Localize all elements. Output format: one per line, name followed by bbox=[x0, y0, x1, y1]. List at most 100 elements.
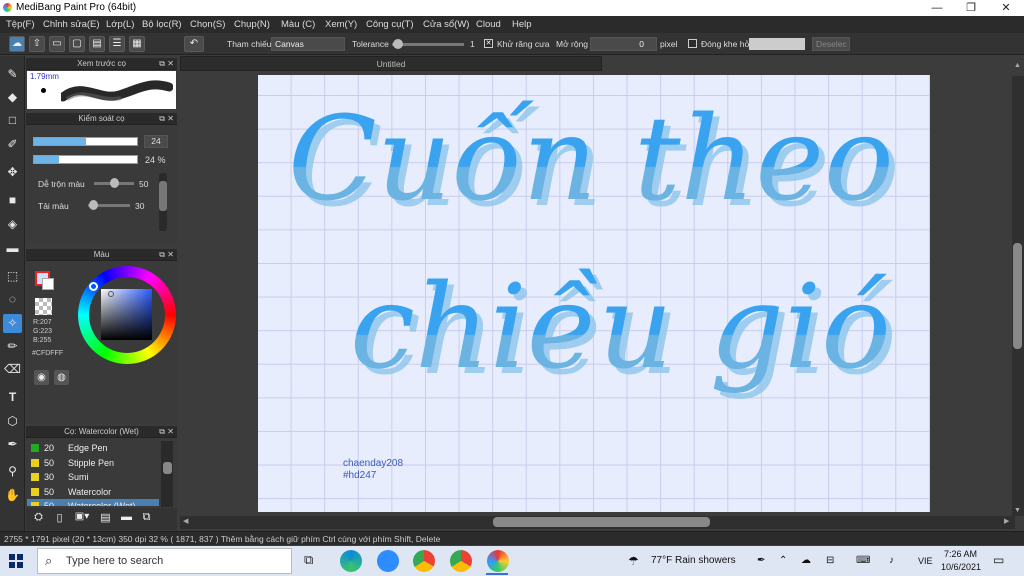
brush-list-item[interactable]: 30 Sumi bbox=[27, 470, 159, 484]
copy-brush-icon[interactable]: ⧉ bbox=[139, 511, 154, 526]
language-indicator[interactable]: VIE bbox=[918, 556, 933, 566]
cloud-icon[interactable]: ☁ bbox=[9, 36, 25, 52]
clock-date[interactable]: 10/6/2021 bbox=[941, 562, 981, 572]
scroll-up-icon[interactable]: ▲ bbox=[1014, 62, 1021, 69]
maximize-button[interactable]: ❐ bbox=[954, 0, 988, 16]
menu-window[interactable]: Cửa sổ(W) bbox=[423, 19, 469, 30]
brush-control-scroll-thumb[interactable] bbox=[159, 181, 167, 211]
fill-rect-tool-icon[interactable]: ■ bbox=[3, 191, 22, 210]
new-brush-icon[interactable]: ▯ bbox=[52, 511, 67, 526]
brush-list-item[interactable]: 50 Stipple Pen bbox=[27, 456, 159, 470]
task-view-icon[interactable]: ⧉ bbox=[304, 552, 313, 568]
panel-detach-icon[interactable]: ⧉ bbox=[159, 426, 165, 438]
menu-edit[interactable]: Chỉnh sửa(E) bbox=[43, 19, 100, 30]
zoom-app-icon[interactable] bbox=[377, 550, 399, 572]
panel-detach-icon[interactable]: ⧉ bbox=[159, 249, 165, 261]
chrome-icon[interactable] bbox=[413, 550, 435, 572]
panel-close-icon[interactable]: ✕ bbox=[167, 426, 174, 438]
hue-handle[interactable] bbox=[89, 282, 98, 291]
blur-tool-icon[interactable]: ✒ bbox=[3, 435, 22, 454]
text-tool-icon[interactable]: T bbox=[3, 388, 22, 407]
panel-close-icon[interactable]: ✕ bbox=[167, 249, 174, 261]
menu-select[interactable]: Chọn(S) bbox=[190, 19, 225, 30]
panel-detach-icon[interactable]: ⧉ bbox=[159, 113, 165, 125]
menu-filter[interactable]: Bộ lọc(R) bbox=[142, 19, 182, 30]
close-gap-checkbox[interactable] bbox=[688, 39, 697, 48]
folder-icon[interactable]: ▬ bbox=[119, 511, 134, 526]
taskbar-search-input[interactable]: Type here to search bbox=[37, 548, 292, 574]
blend-slider-handle[interactable] bbox=[110, 178, 119, 188]
antialias-checkbox[interactable]: ✕ bbox=[484, 39, 493, 48]
deselect-button[interactable]: Deselec bbox=[812, 37, 850, 51]
menu-capture[interactable]: Chụp(N) bbox=[234, 19, 270, 30]
minimize-button[interactable]: — bbox=[920, 0, 954, 16]
menu-help[interactable]: Help bbox=[512, 19, 532, 30]
close-gap-slider[interactable] bbox=[749, 38, 805, 50]
chat-icon[interactable]: ▢ bbox=[69, 36, 85, 52]
notification-icon[interactable]: ▭ bbox=[993, 553, 1004, 567]
select-rect-icon[interactable]: ⬚ bbox=[3, 267, 22, 286]
grid-icon[interactable]: ▦ bbox=[129, 36, 145, 52]
brush-list-item[interactable]: 50 Watercolor (Wet) bbox=[27, 499, 159, 507]
brush-size-slider[interactable] bbox=[33, 137, 138, 146]
scroll-down-icon[interactable]: ▼ bbox=[1014, 507, 1021, 514]
hue-ring[interactable] bbox=[78, 266, 176, 364]
brush-size-value[interactable]: 24 bbox=[144, 135, 168, 148]
windows-start-icon[interactable] bbox=[9, 554, 23, 568]
pen-workspace-icon[interactable]: ✒ bbox=[757, 555, 765, 566]
menu-file[interactable]: Tệp(F) bbox=[6, 19, 35, 30]
reference-select[interactable]: Canvas bbox=[271, 37, 345, 51]
medibang-app-icon[interactable] bbox=[487, 550, 509, 572]
brush-list-item[interactable]: 20 Edge Pen bbox=[27, 441, 159, 455]
panel-close-icon[interactable]: ✕ bbox=[167, 113, 174, 125]
close-button[interactable]: ✕ bbox=[989, 0, 1023, 16]
network-icon[interactable]: ⊟ bbox=[826, 555, 834, 566]
edge-browser-icon[interactable] bbox=[340, 550, 362, 572]
background-color-swatch[interactable] bbox=[42, 278, 54, 290]
clock-time[interactable]: 7:26 AM bbox=[944, 549, 977, 559]
pen-tool-icon[interactable]: ✐ bbox=[3, 135, 22, 154]
opacity-slider[interactable] bbox=[33, 155, 138, 164]
brush-settings-icon[interactable]: ▤ bbox=[98, 511, 113, 526]
show-hidden-icons-icon[interactable]: ⌃ bbox=[779, 555, 787, 566]
lasso-tool-icon[interactable]: ◌ bbox=[3, 290, 22, 309]
cloud-brush-icon[interactable]: ⛭ bbox=[31, 511, 46, 526]
undo-icon[interactable]: ↶ bbox=[184, 36, 204, 52]
move-tool-icon[interactable]: ✥ bbox=[3, 163, 22, 182]
magic-wand-icon[interactable]: ✧ bbox=[3, 314, 22, 333]
drawing-canvas[interactable]: Cuốn theo Cuốn theo chiều gió chiều gió … bbox=[258, 75, 930, 512]
brush-tool-icon[interactable]: ✎ bbox=[3, 65, 22, 84]
brush-list-item[interactable]: 50 Watercolor bbox=[27, 485, 159, 499]
hand-tool-icon[interactable]: ✋ bbox=[3, 486, 22, 505]
tolerance-slider-handle[interactable] bbox=[393, 39, 403, 49]
rectangle-tool-icon[interactable]: □ bbox=[3, 111, 22, 130]
eraser-tool-icon[interactable]: ◆ bbox=[3, 88, 22, 107]
menu-tools[interactable]: Công cụ(T) bbox=[366, 19, 414, 30]
scroll-left-icon[interactable]: ◀ bbox=[183, 517, 188, 525]
eyedropper-icon[interactable]: ⚲ bbox=[3, 462, 22, 481]
bucket-tool-icon[interactable]: ◈ bbox=[3, 215, 22, 234]
keyboard-icon[interactable]: ⌨ bbox=[856, 555, 870, 566]
brush-list-scroll-thumb[interactable] bbox=[163, 462, 172, 474]
operation-tool-icon[interactable]: ⬡ bbox=[3, 412, 22, 431]
document-tab[interactable]: Untitled bbox=[180, 56, 602, 71]
scroll-right-icon[interactable]: ▶ bbox=[1004, 517, 1009, 525]
weather-icon[interactable]: ☂ bbox=[628, 554, 639, 568]
gradient-tool-icon[interactable]: ▬ bbox=[3, 239, 22, 258]
transparent-color-swatch[interactable] bbox=[35, 298, 52, 315]
menu-cloud[interactable]: Cloud bbox=[476, 19, 501, 30]
comment-icon[interactable]: ▭ bbox=[49, 36, 65, 52]
chrome-profile-icon[interactable] bbox=[450, 550, 472, 572]
panel-close-icon[interactable]: ✕ bbox=[167, 58, 174, 70]
reload-slider-handle[interactable] bbox=[89, 200, 98, 210]
expand-input[interactable]: 0 bbox=[590, 37, 657, 51]
panel-detach-icon[interactable]: ⧉ bbox=[159, 58, 165, 70]
cloud-tray-icon[interactable]: ☁ bbox=[801, 555, 811, 566]
share-icon[interactable]: ⇧ bbox=[29, 36, 45, 52]
select-eraser-icon[interactable]: ⌫ bbox=[3, 360, 22, 379]
weather-text[interactable]: 77°F Rain showers bbox=[651, 555, 736, 566]
horizontal-scroll-thumb[interactable] bbox=[493, 517, 710, 527]
volume-icon[interactable]: ♪ bbox=[889, 555, 894, 566]
add-brush-dropdown-icon[interactable]: ▣▾ bbox=[71, 511, 93, 526]
list-icon[interactable]: ☰ bbox=[109, 36, 125, 52]
